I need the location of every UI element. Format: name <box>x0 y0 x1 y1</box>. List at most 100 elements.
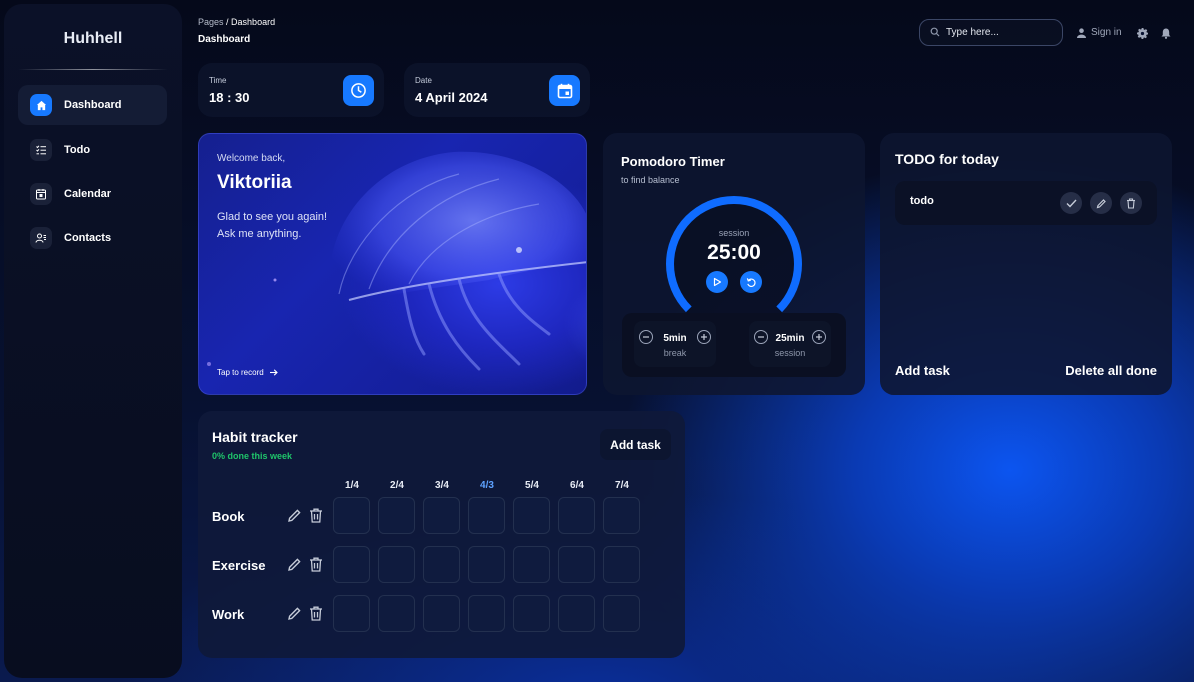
reset-button[interactable] <box>740 271 762 293</box>
home-icon <box>30 94 52 116</box>
day-header: 3/4 <box>435 480 449 491</box>
habit-day-cell[interactable] <box>333 546 370 583</box>
sign-in-link[interactable]: Sign in <box>1077 27 1122 38</box>
plus-icon <box>816 334 822 340</box>
day-header: 1/4 <box>345 480 359 491</box>
checklist-icon <box>30 139 52 161</box>
habit-day-cell[interactable] <box>333 595 370 632</box>
habit-day-cell[interactable] <box>603 595 640 632</box>
sidebar-item-todo[interactable]: Todo <box>18 130 167 170</box>
habit-day-cell[interactable] <box>423 546 460 583</box>
todo-card: TODO for today todo Add task Delete all … <box>880 133 1172 395</box>
delete-all-done-button[interactable]: Delete all done <box>1065 363 1157 378</box>
timer-settings-panel: 5min break 25min session <box>622 313 846 377</box>
habit-add-task-button[interactable]: Add task <box>600 429 671 460</box>
notification-bell-icon[interactable] <box>1161 26 1171 44</box>
delete-habit-trash-icon[interactable] <box>309 508 323 528</box>
habit-day-cell[interactable] <box>558 546 595 583</box>
delete-todo-button[interactable] <box>1120 192 1142 214</box>
day-header: 6/4 <box>570 480 584 491</box>
sidebar-item-dashboard[interactable]: Dashboard <box>18 85 167 125</box>
habit-name: Book <box>212 509 245 524</box>
habit-day-cell[interactable] <box>423 595 460 632</box>
habit-day-cell[interactable] <box>603 497 640 534</box>
habit-day-cell[interactable] <box>423 497 460 534</box>
brand-divider <box>18 69 168 70</box>
sidebar-item-label: Calendar <box>64 188 112 200</box>
day-header: 5/4 <box>525 480 539 491</box>
time-value: 18 : 30 <box>209 90 250 105</box>
search-input[interactable] <box>946 27 1056 38</box>
tap-to-record-label: Tap to record <box>217 368 264 377</box>
check-icon <box>1066 199 1077 208</box>
edit-habit-pencil-icon[interactable] <box>287 606 302 626</box>
habit-day-cell[interactable] <box>558 497 595 534</box>
delete-habit-trash-icon[interactable] <box>309 557 323 577</box>
habit-tracker-card: Habit tracker 0% done this week Add task… <box>198 411 685 658</box>
pencil-icon <box>1096 198 1106 208</box>
play-button[interactable] <box>706 271 728 293</box>
clock-icon <box>343 75 374 106</box>
habit-day-cell[interactable] <box>468 595 505 632</box>
search-box[interactable] <box>919 19 1063 46</box>
session-duration-control: 25min session <box>749 321 831 367</box>
edit-habit-pencil-icon[interactable] <box>287 557 302 577</box>
breadcrumb: Pages / Dashboard <box>198 17 275 27</box>
habit-day-cell[interactable] <box>378 497 415 534</box>
date-value: 4 April 2024 <box>415 90 488 105</box>
welcome-message-line: Ask me anything. <box>217 228 302 240</box>
reset-icon <box>746 277 757 288</box>
habit-day-cell[interactable] <box>378 595 415 632</box>
complete-todo-button[interactable] <box>1060 192 1082 214</box>
habit-day-cell[interactable] <box>603 546 640 583</box>
habit-day-cell[interactable] <box>558 595 595 632</box>
time-label: Time <box>209 76 227 85</box>
habit-day-cell[interactable] <box>468 546 505 583</box>
breadcrumb-separator: / <box>223 17 232 27</box>
add-task-button[interactable]: Add task <box>895 363 950 378</box>
contacts-icon <box>30 227 52 249</box>
welcome-greeting: Welcome back, <box>217 153 286 164</box>
habit-day-cell[interactable] <box>468 497 505 534</box>
search-icon <box>930 24 940 42</box>
todo-item: todo <box>895 181 1157 225</box>
delete-habit-trash-icon[interactable] <box>309 606 323 626</box>
habit-name: Work <box>212 607 245 622</box>
day-header: 7/4 <box>615 480 629 491</box>
habit-day-cell[interactable] <box>513 595 550 632</box>
timer-mode-label: session <box>718 228 750 238</box>
increase-session-button[interactable] <box>812 330 826 344</box>
sidebar: Huhhell Dashboard Todo Calendar Contacts <box>4 4 182 678</box>
user-icon <box>1077 27 1086 38</box>
settings-gear-icon[interactable] <box>1137 26 1148 44</box>
plus-icon <box>701 334 707 340</box>
habit-day-cell[interactable] <box>333 497 370 534</box>
habit-day-cell[interactable] <box>513 546 550 583</box>
tap-to-record-link[interactable]: Tap to record <box>217 368 278 377</box>
brand-name: Huhhell <box>63 30 123 47</box>
sidebar-item-contacts[interactable]: Contacts <box>18 218 167 258</box>
pomodoro-card: Pomodoro Timer to find balance session 2… <box>603 133 865 395</box>
increase-break-button[interactable] <box>697 330 711 344</box>
welcome-message-line: Glad to see you again! <box>217 211 328 223</box>
date-label: Date <box>415 76 432 85</box>
play-icon <box>712 277 722 287</box>
session-label: session <box>774 348 806 358</box>
sidebar-item-calendar[interactable]: Calendar <box>18 174 167 214</box>
break-duration-control: 5min break <box>634 321 716 367</box>
trash-icon <box>1127 197 1135 209</box>
welcome-card: Welcome back, Viktoriia Glad to see you … <box>198 133 587 395</box>
habit-day-cell[interactable] <box>378 546 415 583</box>
edit-habit-pencil-icon[interactable] <box>287 508 302 528</box>
breadcrumb-root[interactable]: Pages <box>198 17 224 27</box>
timer-display: 25:00 <box>707 241 761 264</box>
calendar-icon <box>549 75 580 106</box>
sidebar-item-label: Todo <box>64 144 91 156</box>
habit-day-cell[interactable] <box>513 497 550 534</box>
break-label: break <box>663 348 687 358</box>
todo-item-text: todo <box>910 195 934 207</box>
todo-title: TODO for today <box>895 151 999 167</box>
edit-todo-button[interactable] <box>1090 192 1112 214</box>
sidebar-item-label: Dashboard <box>64 99 122 111</box>
habit-progress: 0% done this week <box>212 451 293 461</box>
